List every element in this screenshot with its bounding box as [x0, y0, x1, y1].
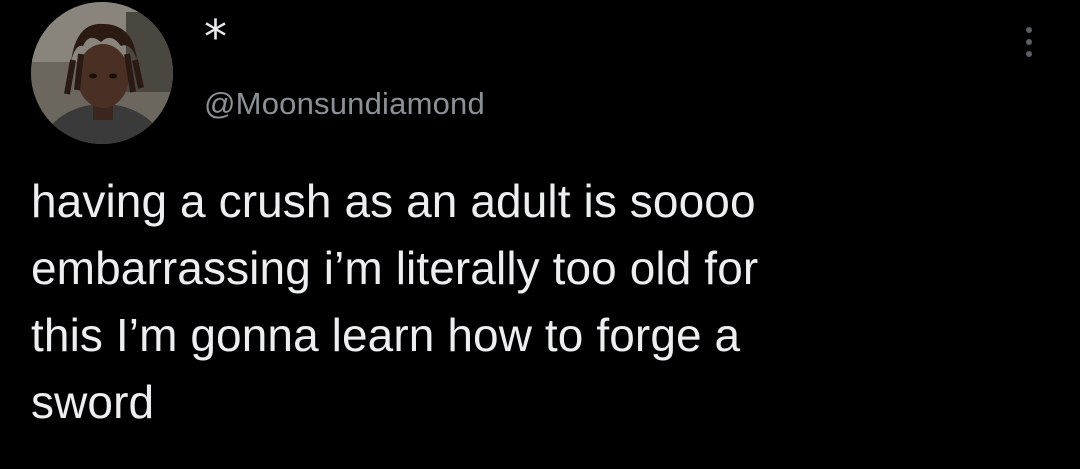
more-options-icon: [1026, 27, 1032, 57]
profile-photo-icon: [31, 2, 173, 144]
tweet-text-line: sword: [31, 376, 155, 428]
username-handle[interactable]: @Moonsundiamond: [204, 86, 485, 122]
tweet-card: * @Moonsundiamond having a crush as an a…: [0, 0, 1080, 469]
tweet-text-line: this I’m gonna learn how to forge a: [31, 309, 741, 361]
more-options-button[interactable]: [1013, 20, 1045, 64]
tweet-text: having a crush as an adult is soooo emba…: [31, 168, 1041, 436]
tweet-text-line: having a crush as an adult is soooo: [31, 175, 756, 227]
tweet-text-line: embarrassing i’m literally too old for: [31, 242, 759, 294]
display-name[interactable]: *: [204, 14, 227, 60]
avatar[interactable]: [31, 2, 173, 144]
